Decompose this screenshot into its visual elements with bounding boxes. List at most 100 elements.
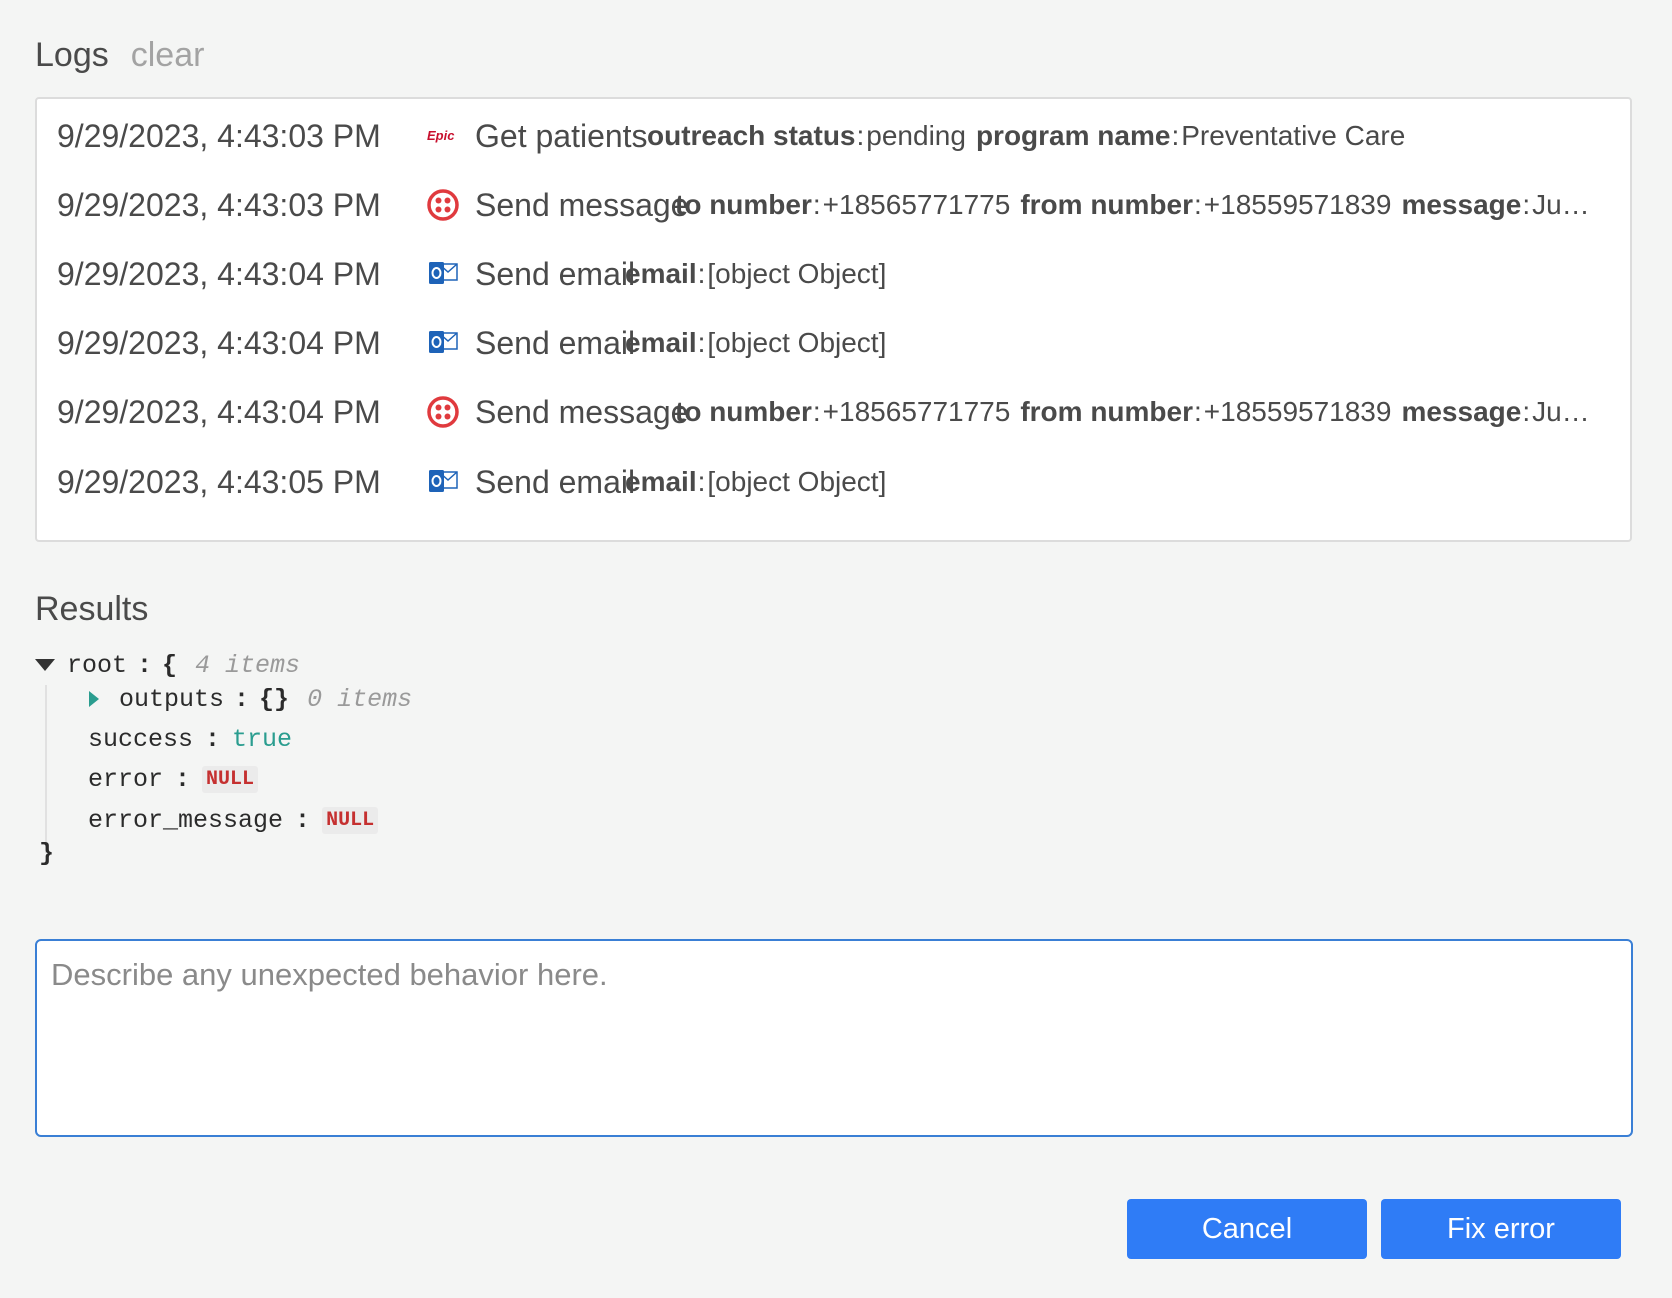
log-param-key: from number — [1020, 396, 1194, 427]
twilio-icon — [425, 394, 461, 430]
fix-error-button[interactable]: Fix error — [1381, 1199, 1621, 1259]
log-param-colon: : — [1194, 189, 1202, 220]
json-root-key: root — [67, 650, 128, 680]
log-timestamp: 9/29/2023, 4:43:04 PM — [57, 255, 381, 292]
json-close-brace: } — [39, 838, 55, 868]
json-success-value: true — [232, 724, 293, 754]
twilio-icon — [425, 187, 461, 223]
log-row: 9/29/2023, 4:43:03 PM Send message to numb… — [37, 168, 1630, 242]
log-row: 9/29/2023, 4:43:03 PM Epic Get patients out… — [37, 99, 1630, 173]
json-viewer: root : { 4 items outputs : {} 0 items su… — [35, 645, 735, 885]
log-param-value: [object Object] — [707, 327, 887, 358]
json-colon: : — [205, 724, 221, 754]
log-param-value: Preventative Care — [1181, 120, 1406, 151]
log-param-colon: : — [1194, 396, 1202, 427]
epic-icon: Epic — [425, 118, 461, 154]
log-action: Send email — [475, 463, 636, 500]
log-params: email:[object Object] — [625, 258, 1625, 290]
log-timestamp: 9/29/2023, 4:43:05 PM — [57, 463, 381, 500]
log-param-value: Ju… — [1532, 189, 1590, 220]
log-row: 9/29/2023, 4:43:04 PM Send email email:[ob… — [37, 237, 1630, 311]
json-colon: : — [295, 805, 311, 835]
log-param-key: to number — [675, 189, 812, 220]
log-param-colon: : — [697, 466, 706, 497]
json-error-line: error : NULL — [88, 759, 259, 799]
log-param-colon: : — [812, 396, 821, 427]
log-params: to number:+18565771775 from number:+18559… — [675, 396, 1625, 428]
json-indent-guide — [45, 685, 47, 853]
log-param-key: email — [625, 258, 697, 289]
log-timestamp: 9/29/2023, 4:43:04 PM — [57, 393, 381, 430]
json-success-key: success — [88, 724, 194, 754]
log-param-key: email — [625, 466, 697, 497]
json-outputs-count: 0 items — [307, 684, 413, 714]
json-success-line: success : true — [88, 719, 292, 759]
logs-header: Logs clear — [35, 36, 204, 84]
json-colon: : — [234, 684, 250, 714]
log-param-key: from number — [1020, 189, 1194, 220]
cancel-button[interactable]: Cancel — [1127, 1199, 1367, 1259]
log-param-value: +18565771775 — [822, 396, 1011, 427]
log-params: email:[object Object] — [625, 466, 1625, 498]
json-colon: : — [137, 650, 153, 680]
log-action: Send email — [475, 255, 636, 292]
log-param-value: +18565771775 — [822, 189, 1011, 220]
log-param-value: [object Object] — [707, 258, 887, 289]
json-close-line: } — [39, 833, 54, 873]
json-error-message-value: NULL — [322, 806, 379, 834]
log-params: email:[object Object] — [625, 327, 1625, 359]
svg-text:Epic: Epic — [427, 128, 455, 143]
log-param-key: message — [1401, 189, 1522, 220]
collapse-caret-icon[interactable] — [35, 659, 55, 671]
outlook-icon — [425, 464, 461, 500]
json-error-message-key: error_message — [88, 805, 284, 835]
log-param-colon: : — [812, 189, 821, 220]
json-outputs-value: {} — [259, 684, 290, 714]
log-param-key: message — [1401, 396, 1522, 427]
log-timestamp: 9/29/2023, 4:43:04 PM — [57, 324, 381, 361]
log-param-colon: : — [697, 258, 706, 289]
outlook-icon — [425, 256, 461, 292]
log-param-colon: : — [1171, 120, 1180, 151]
outlook-icon — [425, 325, 461, 361]
json-colon: : — [175, 764, 191, 794]
page: Logs clear 9/29/2023, 4:43:03 PM Epic Get … — [0, 0, 1672, 1298]
results-title: Results — [35, 590, 149, 628]
log-row: 9/29/2023, 4:43:04 PM Send message to numb… — [37, 375, 1630, 449]
clear-logs-link[interactable]: clear — [131, 36, 205, 75]
log-param-key: program name — [975, 120, 1171, 151]
log-param-key: to number — [675, 396, 812, 427]
json-outputs-line: outputs : {} 0 items — [89, 679, 412, 719]
logs-title: Logs — [35, 36, 109, 74]
json-error-message-line: error_message : NULL — [88, 800, 379, 840]
log-timestamp: 9/29/2023, 4:43:03 PM — [57, 186, 381, 223]
json-root-count: 4 items — [195, 650, 301, 680]
unexpected-behavior-input[interactable] — [35, 939, 1633, 1137]
log-param-colon: : — [697, 327, 706, 358]
log-action: Send email — [475, 324, 636, 361]
json-open-brace: { — [162, 650, 178, 680]
log-row: 9/29/2023, 4:43:05 PM Send email email:[ob… — [37, 445, 1630, 519]
log-param-value: pending — [866, 120, 966, 151]
log-action: Get patients — [475, 117, 648, 154]
json-error-value: NULL — [202, 765, 259, 793]
log-param-key: outreach status — [647, 120, 856, 151]
log-action: Send message — [475, 186, 689, 223]
json-error-key: error — [88, 764, 164, 794]
log-action: Send message — [475, 393, 689, 430]
log-param-value: +18559571839 — [1203, 396, 1392, 427]
expand-caret-icon[interactable] — [89, 691, 99, 707]
log-param-colon: : — [1522, 189, 1531, 220]
log-row: 9/29/2023, 4:43:04 PM Send email email:[ob… — [37, 306, 1630, 380]
json-outputs-key: outputs — [119, 684, 225, 714]
log-params: outreach status:pending program name:Prev… — [647, 120, 1625, 152]
log-params: to number:+18565771775 from number:+18559… — [675, 189, 1625, 221]
log-param-colon: : — [856, 120, 865, 151]
log-param-value: [object Object] — [707, 466, 887, 497]
log-param-colon: : — [1522, 396, 1531, 427]
log-param-value: +18559571839 — [1203, 189, 1392, 220]
log-param-key: email — [625, 327, 697, 358]
logs-panel: 9/29/2023, 4:43:03 PM Epic Get patients out… — [35, 97, 1632, 542]
log-param-value: Ju… — [1532, 396, 1590, 427]
log-timestamp: 9/29/2023, 4:43:03 PM — [57, 117, 381, 154]
